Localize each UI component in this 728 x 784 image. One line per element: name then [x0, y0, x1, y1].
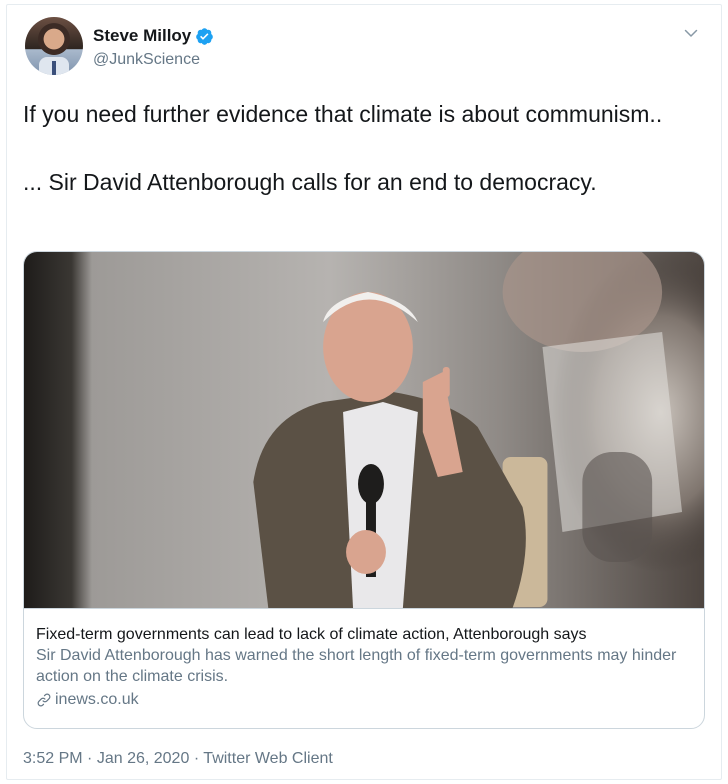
- tweet-container: Steve Milloy @JunkScience If you need fu…: [6, 4, 722, 780]
- tweet-meta: 3:52 PM · Jan 26, 2020 · Twitter Web Cli…: [23, 750, 333, 768]
- card-description: Sir David Attenborough has warned the sh…: [36, 647, 677, 685]
- chevron-down-icon[interactable]: [683, 25, 699, 41]
- tweet-text-line-1: If you need further evidence that climat…: [23, 101, 663, 127]
- card-body[interactable]: Fixed-term governments can lead to lack …: [24, 608, 704, 728]
- tweet-text: If you need further evidence that climat…: [23, 97, 713, 199]
- card-title[interactable]: Fixed-term governments can lead to lack …: [36, 624, 692, 645]
- tweet-time[interactable]: 3:52 PM: [23, 750, 83, 767]
- link-icon: [37, 693, 51, 706]
- tweet-source[interactable]: Twitter Web Client: [203, 750, 333, 767]
- verified-badge-icon: [196, 27, 214, 45]
- link-card[interactable]: Fixed-term governments can lead to lack …: [23, 251, 705, 729]
- user-handle[interactable]: @JunkScience: [93, 51, 200, 69]
- tweet-text-line-2: ... Sir David Attenborough calls for an …: [23, 169, 597, 195]
- meta-separator-2: ·: [193, 750, 200, 767]
- tweet-date[interactable]: Jan 26, 2020: [97, 750, 190, 767]
- card-domain-text[interactable]: inews.co.uk: [55, 689, 139, 710]
- author-name-row[interactable]: Steve Milloy: [93, 26, 214, 46]
- card-image[interactable]: [24, 252, 704, 608]
- avatar-tie: [52, 61, 56, 75]
- card-domain[interactable]: inews.co.uk: [36, 689, 692, 710]
- display-name[interactable]: Steve Milloy: [93, 26, 191, 46]
- meta-separator-1: ·: [87, 750, 93, 767]
- avatar[interactable]: [25, 17, 83, 75]
